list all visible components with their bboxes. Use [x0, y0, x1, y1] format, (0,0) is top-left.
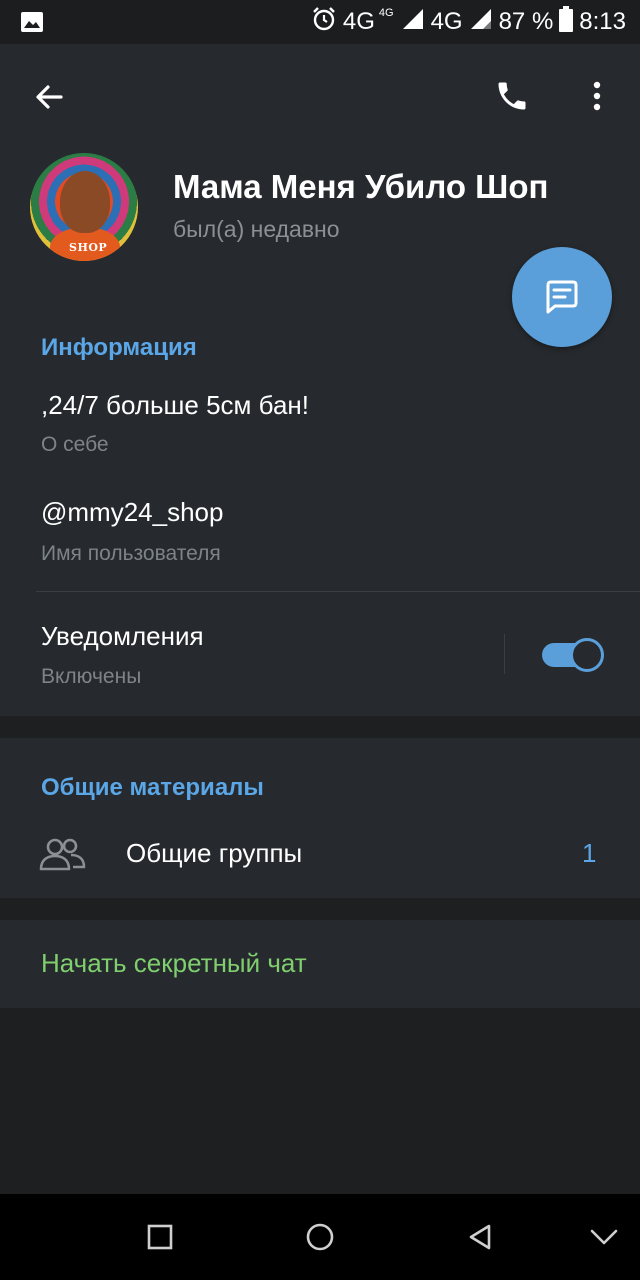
last-seen-status: был(а) недавно — [173, 216, 340, 242]
start-secret-chat-button[interactable]: Начать секретный чат — [41, 948, 307, 979]
phone-icon — [498, 82, 526, 110]
shared-groups-label: Общие группы — [126, 838, 303, 868]
divider — [36, 591, 640, 592]
info-section-title: Информация — [41, 334, 197, 361]
username-value: @mmy24_shop — [41, 497, 224, 527]
status-bar: 4G 4G 4G 87 % 8:13 — [0, 0, 640, 44]
square-icon — [147, 1224, 173, 1250]
more-menu-button[interactable] — [574, 72, 620, 120]
shared-groups-count: 1 — [582, 838, 597, 868]
system-navigation-bar — [0, 1194, 640, 1280]
secret-chat-section: Начать секретный чат — [0, 920, 640, 1008]
more-vertical-icon — [593, 81, 601, 111]
hide-keyboard-button[interactable] — [584, 1194, 624, 1280]
people-icon — [39, 838, 86, 871]
back-nav-button[interactable] — [460, 1194, 500, 1280]
shared-section-title: Общие материалы — [41, 774, 264, 801]
circle-icon — [306, 1223, 334, 1251]
clock: 8:13 — [579, 8, 626, 35]
avatar-face — [60, 171, 110, 233]
chevron-down-icon — [590, 1229, 618, 1245]
message-icon — [546, 280, 578, 314]
network-sup: 4G — [378, 7, 394, 19]
vertical-divider — [504, 634, 505, 674]
image-icon — [20, 10, 44, 39]
profile-name: Мама Меня Убило Шоп — [173, 168, 549, 205]
info-section: Информация ,24/7 больше 5см бан! О себе … — [0, 298, 640, 716]
bio-value: ,24/7 больше 5см бан! — [41, 390, 309, 420]
notifications-toggle[interactable] — [542, 637, 604, 672]
back-button[interactable] — [26, 74, 72, 120]
network-label-1: 4G — [342, 8, 375, 35]
alarm-icon — [311, 6, 337, 39]
shared-media-section: Общие материалы Общие группы 1 — [0, 738, 640, 898]
avatar[interactable]: SHOP — [30, 153, 138, 261]
home-button[interactable] — [300, 1194, 340, 1280]
send-message-button[interactable] — [512, 247, 612, 347]
recents-button[interactable] — [140, 1194, 180, 1280]
network-label-2: 4G — [430, 8, 463, 35]
bio-label: О себе — [41, 433, 109, 456]
avatar-logo-text: SHOP — [69, 241, 108, 254]
battery-icon — [559, 5, 574, 39]
toggle-knob — [570, 638, 604, 672]
notifications-status: Включены — [41, 665, 142, 688]
signal-icon-1 — [401, 7, 425, 38]
call-button[interactable] — [488, 72, 536, 120]
triangle-back-icon — [469, 1224, 491, 1250]
signal-icon-2 — [469, 7, 493, 38]
notifications-title: Уведомления — [41, 621, 204, 651]
username-label: Имя пользователя — [41, 542, 221, 565]
arrow-left-icon — [36, 85, 63, 109]
battery-level: 87 % — [498, 8, 554, 35]
